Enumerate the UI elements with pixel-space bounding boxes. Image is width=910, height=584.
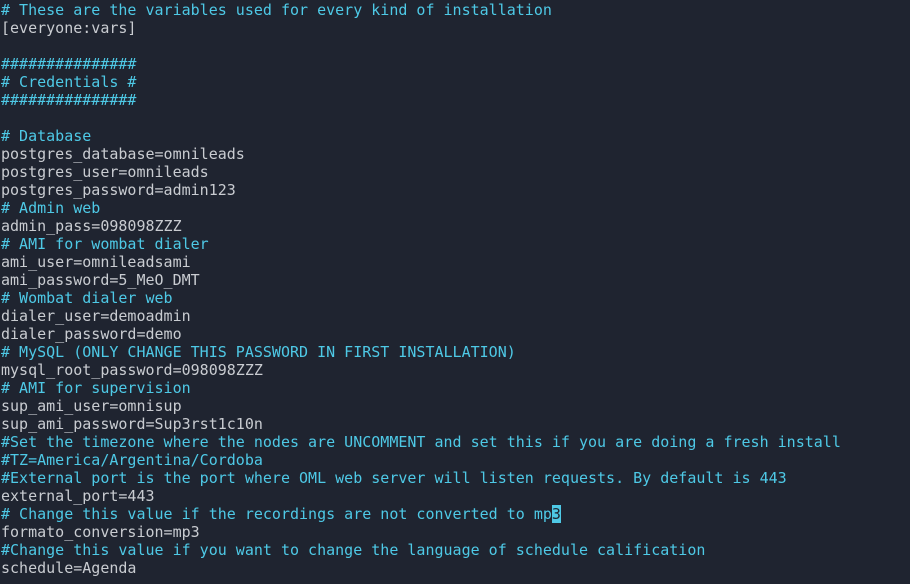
- config-line: admin_pass=098098ZZZ: [1, 217, 182, 235]
- config-line: ami_password=5_MeO_DMT: [1, 271, 200, 289]
- config-line: postgres_database=omnileads: [1, 145, 245, 163]
- comment-line: #Change this value if you want to change…: [1, 541, 706, 559]
- config-line: mysql_root_password=098098ZZZ: [1, 361, 263, 379]
- comment-line: # Credentials #: [1, 73, 137, 91]
- comment-line: # Database: [1, 127, 92, 145]
- config-line: schedule=Agenda: [1, 559, 137, 577]
- config-line: postgres_password=admin123: [1, 181, 236, 199]
- comment-line: # Wombat dialer web: [1, 289, 173, 307]
- comment-line: ###############: [1, 55, 137, 73]
- config-line: dialer_user=demoadmin: [1, 307, 191, 325]
- config-line: external_port=443: [1, 487, 155, 505]
- comment-line: # AMI for wombat dialer: [1, 235, 209, 253]
- comment-line: #External port is the port where OML web…: [1, 469, 787, 487]
- config-line: formato_conversion=mp3: [1, 523, 200, 541]
- comment-line: # Admin web: [1, 199, 101, 217]
- config-line: postgres_user=omnileads: [1, 163, 209, 181]
- config-line: sup_ami_user=omnisup: [1, 397, 182, 415]
- comment-line: #TZ=America/Argentina/Cordoba: [1, 451, 263, 469]
- comment-line-with-cursor: # Change this value if the recordings ar…: [1, 505, 910, 523]
- comment-line: # These are the variables used for every…: [1, 1, 552, 19]
- section-header-line: [everyone:vars]: [1, 19, 137, 37]
- comment-text: # Change this value if the recordings ar…: [1, 505, 552, 523]
- config-line: sup_ami_password=Sup3rst1c10n: [1, 415, 263, 433]
- comment-line: #Set the timezone where the nodes are UN…: [1, 433, 841, 451]
- terminal-editor[interactable]: # These are the variables used for every…: [0, 0, 910, 584]
- comment-line: # AMI for supervision: [1, 379, 191, 397]
- comment-line: # MySQL (ONLY CHANGE THIS PASSWORD IN FI…: [1, 343, 516, 361]
- config-line: ami_user=omnileadsami: [1, 253, 191, 271]
- text-cursor[interactable]: 3: [551, 505, 561, 523]
- config-line: dialer_password=demo: [1, 325, 182, 343]
- comment-line: ###############: [1, 91, 137, 109]
